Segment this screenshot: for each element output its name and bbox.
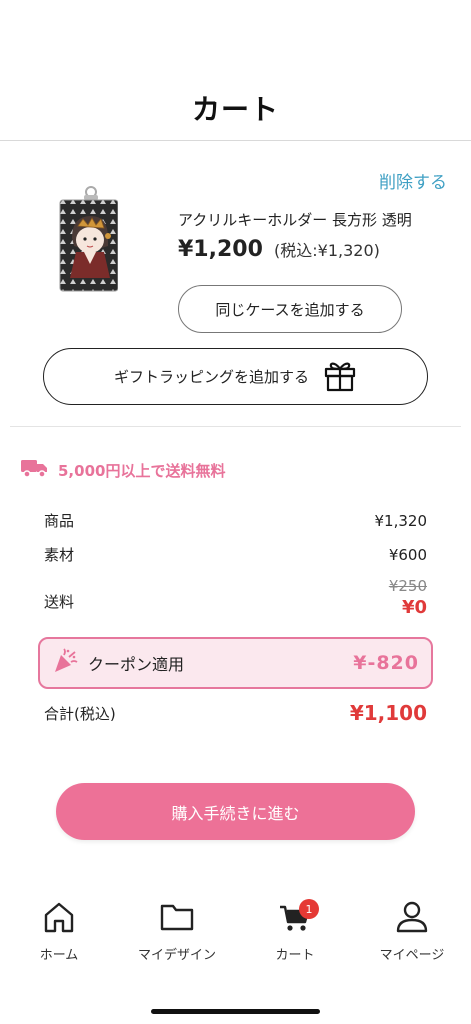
goods-label: 商品 <box>44 512 75 530</box>
material-value: ¥600 <box>388 545 427 564</box>
tab-my-design-label: マイデザイン <box>137 948 216 963</box>
summary-row-goods: 商品 ¥1,320 <box>44 510 427 531</box>
bottom-tab-bar: ホーム マイデザイン 1 カート マイページ <box>0 895 471 985</box>
delete-item-link[interactable]: 削除する <box>379 168 447 193</box>
home-indicator[interactable] <box>151 1009 320 1014</box>
free-shipping-banner: 5,000円以上で送料無料 <box>20 457 225 483</box>
section-divider <box>10 426 461 427</box>
product-thumbnail[interactable] <box>58 186 119 292</box>
price-row: ¥1,200 (税込:¥1,320) <box>178 237 380 262</box>
product-name: アクリルキーホルダー 長方形 透明 <box>178 211 412 229</box>
price-tax-included: (税込:¥1,320) <box>274 241 380 260</box>
tab-home[interactable]: ホーム <box>0 895 118 963</box>
shipping-label: 送料 <box>44 593 75 611</box>
gift-wrapping-label: ギフトラッピングを追加する <box>113 368 309 386</box>
coupon-applied-box[interactable]: クーポン適用 ¥-820 <box>38 637 433 689</box>
summary-row-material: 素材 ¥600 <box>44 544 427 565</box>
tab-my-page-label: マイページ <box>379 948 445 963</box>
material-label: 素材 <box>44 546 75 564</box>
coupon-amount: ¥-820 <box>353 652 419 674</box>
party-popper-icon <box>52 648 78 678</box>
shipping-discounted-price: ¥0 <box>401 597 427 618</box>
shipping-original-price: ¥250 <box>388 577 427 595</box>
unit-price: ¥1,200 <box>178 237 263 262</box>
total-value: ¥1,100 <box>349 701 427 725</box>
summary-row-total: 合計(税込) ¥1,100 <box>44 701 427 725</box>
user-icon <box>392 895 432 939</box>
tab-my-design[interactable]: マイデザイン <box>118 895 236 963</box>
tab-cart-label: カート <box>275 948 315 963</box>
home-icon <box>39 895 79 939</box>
page-title: カート <box>191 93 279 126</box>
app-header: カート <box>0 0 471 141</box>
total-label: 合計(税込) <box>44 704 116 723</box>
shipping-values: ¥250 ¥0 <box>389 577 427 618</box>
coupon-label: クーポン適用 <box>88 655 185 674</box>
goods-value: ¥1,320 <box>374 511 428 530</box>
proceed-to-checkout-button[interactable]: 購入手続きに進む <box>56 783 415 840</box>
summary-row-shipping: 送料 <box>44 591 427 612</box>
tab-my-page[interactable]: マイページ <box>353 895 471 963</box>
free-shipping-text: 5,000円以上で送料無料 <box>58 461 226 480</box>
tab-cart[interactable]: 1 カート <box>236 895 354 963</box>
gift-icon <box>323 358 357 396</box>
cart-badge: 1 <box>299 899 319 919</box>
folder-icon <box>157 895 197 939</box>
add-gift-wrapping-button[interactable]: ギフトラッピングを追加する <box>43 348 428 405</box>
truck-icon <box>20 457 48 483</box>
cart-icon: 1 <box>275 895 319 939</box>
tab-home-label: ホーム <box>39 948 79 963</box>
add-same-case-button[interactable]: 同じケースを追加する <box>178 285 402 333</box>
